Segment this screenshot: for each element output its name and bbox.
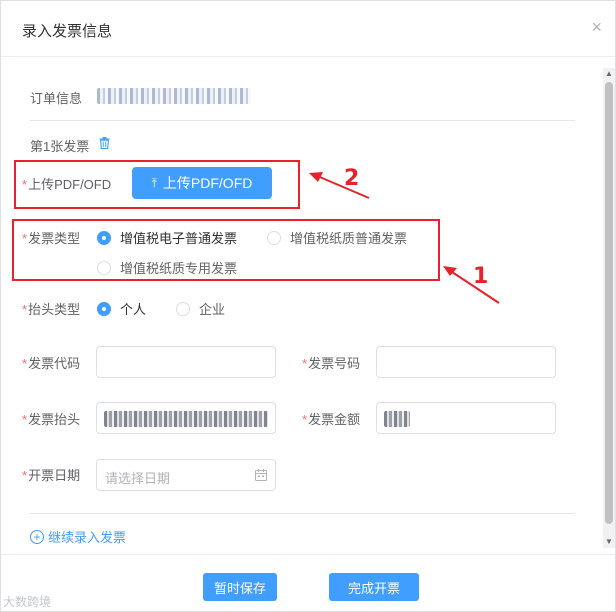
upload-icon: ⤒ — [151, 176, 157, 190]
trash-icon[interactable] — [99, 137, 110, 149]
issue-date-picker[interactable]: 请选择日期 — [96, 459, 276, 491]
complete-invoice-button[interactable]: 完成开票 — [329, 573, 419, 601]
watermark: 大数跨境 — [3, 595, 52, 609]
close-icon[interactable]: × — [591, 18, 602, 36]
dialog-header: 录入发票信息 × — [1, 1, 615, 57]
radio-personal[interactable]: 个人 — [97, 299, 146, 318]
add-more-label: 继续录入发票 — [48, 530, 127, 545]
upload-label: *上传PDF/OFD — [22, 177, 112, 192]
radio-checked-icon — [97, 230, 111, 245]
upload-button-label: 上传PDF/OFD — [162, 175, 253, 191]
radio-label: 增值税纸质普通发票 — [290, 231, 408, 246]
invoice-amount-label: *发票金额 — [302, 412, 361, 427]
dialog-body: 订单信息 第1张发票 *上传PDF/OFD ⤒ 上传PDF/OFD 2 *发票类… — [1, 58, 615, 554]
annotation-arrow-1 — [443, 266, 500, 304]
invoice-type-label: *发票类型 — [22, 231, 81, 246]
radio-paper-normal[interactable]: 增值税纸质普通发票 — [267, 228, 407, 247]
radio-paper-special[interactable]: 增值税纸质专用发票 — [97, 258, 237, 277]
annotation-number-1: 1 — [473, 264, 489, 289]
radio-unchecked-icon — [97, 260, 111, 275]
invoice-number-input[interactable] — [376, 346, 556, 378]
title-type-label: *抬头类型 — [22, 302, 81, 317]
issue-date-label: *开票日期 — [22, 468, 81, 483]
order-info-label: 订单信息 — [30, 91, 83, 106]
radio-label: 个人 — [120, 302, 147, 317]
dialog-footer: 暂时保存 完成开票 大数跨境 — [1, 554, 615, 612]
annotation-arrow-2 — [309, 172, 370, 199]
radio-company[interactable]: 企业 — [176, 299, 225, 318]
divider — [30, 120, 575, 121]
radio-checked-icon — [97, 301, 111, 316]
radio-electronic-normal[interactable]: 增值税电子普通发票 — [97, 228, 237, 247]
invoice-dialog: 录入发票信息 × 订单信息 第1张发票 *上传PDF/OFD ⤒ 上传PDF/O… — [0, 0, 616, 612]
invoice-header-value-redacted — [104, 411, 268, 427]
plus-circle-icon: + — [30, 529, 44, 544]
scroll-down-icon[interactable]: ▼ — [605, 538, 613, 546]
radio-unchecked-icon — [267, 230, 281, 245]
upload-pdf-ofd-button[interactable]: ⤒ 上传PDF/OFD — [132, 167, 272, 199]
divider — [30, 513, 575, 514]
invoice-amount-input[interactable] — [376, 402, 556, 434]
invoice-code-input[interactable] — [96, 346, 276, 378]
order-info-value-redacted — [97, 88, 251, 104]
radio-label: 企业 — [199, 302, 226, 317]
calendar-icon — [255, 469, 267, 481]
date-placeholder: 请选择日期 — [105, 471, 171, 486]
invoice-code-label: *发票代码 — [22, 356, 81, 371]
annotation-number-2: 2 — [344, 166, 360, 191]
add-more-invoice-link[interactable]: + 继续录入发票 — [30, 527, 126, 546]
scrollbar[interactable]: ▲ ▼ — [603, 68, 615, 548]
invoice-amount-value-redacted — [384, 411, 410, 427]
radio-label: 增值税电子普通发票 — [120, 231, 238, 246]
radio-label: 增值税纸质专用发票 — [120, 261, 238, 276]
invoice-number-label: *发票号码 — [302, 356, 361, 371]
invoice-header-input[interactable] — [96, 402, 276, 434]
dialog-title: 录入发票信息 — [22, 23, 113, 40]
invoice-header-label: *发票抬头 — [22, 412, 81, 427]
save-draft-button[interactable]: 暂时保存 — [203, 573, 277, 601]
scroll-up-icon[interactable]: ▲ — [605, 70, 613, 78]
radio-unchecked-icon — [176, 301, 190, 316]
scrollbar-thumb[interactable] — [605, 82, 613, 524]
invoice-section-title: 第1张发票 — [30, 139, 90, 154]
